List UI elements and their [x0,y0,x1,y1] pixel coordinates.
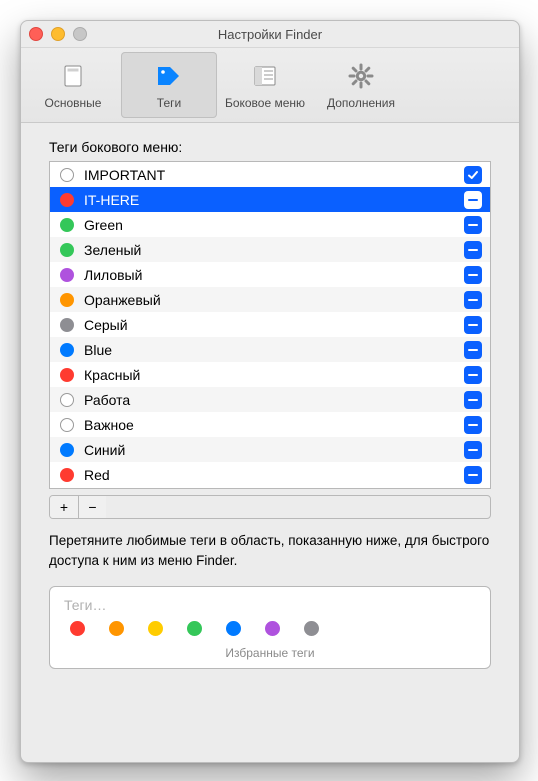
tag-row[interactable]: Лиловый [50,262,490,287]
tag-row[interactable]: Серый [50,312,490,337]
tag-color-dot [60,468,74,482]
tag-label: Зеленый [84,242,454,258]
tag-color-dot [60,218,74,232]
tag-row[interactable]: Red [50,462,490,487]
toolbar: Основные Теги Боковое меню Дополнения [21,48,519,123]
tag-color-dot [60,368,74,382]
tag-color-dot [60,318,74,332]
tag-color-dot [60,293,74,307]
tag-label: Red [84,467,454,483]
toolbar-tab-label: Теги [157,96,181,110]
tag-label: IT-HERE [84,192,454,208]
tag-row[interactable]: Красный [50,362,490,387]
favorites-dropzone[interactable]: Теги… Избранные теги [49,586,491,669]
tag-row[interactable]: Работа [50,387,490,412]
minimize-button[interactable] [51,27,65,41]
toolbar-tab-label: Дополнения [327,96,395,110]
favorite-color-swatch[interactable] [148,621,163,636]
tag-visibility-mixed-icon[interactable] [464,266,482,284]
favorite-color-swatch[interactable] [265,621,280,636]
tag-visibility-mixed-icon[interactable] [464,466,482,484]
tag-row[interactable]: IT-HERE [50,187,490,212]
tag-label: Красный [84,367,454,383]
tag-row[interactable]: Синий [50,437,490,462]
tag-visibility-mixed-icon[interactable] [464,191,482,209]
toolbar-tab-tags[interactable]: Теги [121,52,217,118]
toolbar-tab-label: Основные [45,96,102,110]
favorite-color-swatch[interactable] [226,621,241,636]
tags-list[interactable]: IMPORTANT IT-HERE Green Зеленый Лиловый Оранж… [49,161,491,489]
sidebar-tags-heading: Теги бокового меню: [49,139,491,155]
window-title: Настройки Finder [21,27,519,42]
remove-tag-button[interactable]: − [78,496,106,518]
add-remove-controls: + − [49,495,491,519]
tag-label: Синий [84,442,454,458]
tag-color-dot [60,418,74,432]
tag-label: Green [84,217,454,233]
content: Теги бокового меню: IMPORTANT IT-HERE Gree… [21,123,519,762]
toolbar-tab-advanced[interactable]: Дополнения [313,52,409,118]
tag-label: IMPORTANT [84,167,454,183]
tag-color-dot [60,243,74,257]
tag-label: Работа [84,392,454,408]
tag-label: Лиловый [84,267,454,283]
toolbar-tab-label: Боковое меню [225,96,305,110]
tag-visibility-mixed-icon[interactable] [464,316,482,334]
favorite-color-swatch[interactable] [109,621,124,636]
toolbar-tab-general[interactable]: Основные [25,52,121,118]
general-icon [57,60,89,92]
sidebar-icon [249,60,281,92]
favorite-color-swatch[interactable] [70,621,85,636]
tag-row[interactable]: Важное [50,412,490,437]
tag-visibility-checked-icon[interactable] [464,166,482,184]
tag-row[interactable]: IMPORTANT [50,162,490,187]
titlebar: Настройки Finder [21,21,519,48]
tag-label: Серый [84,317,454,333]
tag-label: Оранжевый [84,292,454,308]
tag-visibility-mixed-icon[interactable] [464,441,482,459]
favorites-caption: Избранные теги [64,646,476,660]
finder-preferences-window: Настройки Finder Основные Теги Боковое мен… [20,20,520,763]
tag-visibility-mixed-icon[interactable] [464,216,482,234]
tag-color-dot [60,268,74,282]
tag-label: Blue [84,342,454,358]
advanced-icon [345,60,377,92]
favorites-color-row [64,621,476,642]
tag-visibility-mixed-icon[interactable] [464,366,482,384]
tag-color-dot [60,168,74,182]
tag-color-dot [60,193,74,207]
close-button[interactable] [29,27,43,41]
tag-row[interactable]: Оранжевый [50,287,490,312]
tag-row[interactable]: Зеленый [50,237,490,262]
tag-row[interactable]: Blue [50,337,490,362]
tag-color-dot [60,343,74,357]
tag-color-dot [60,393,74,407]
favorite-color-swatch[interactable] [304,621,319,636]
favorites-placeholder: Теги… [64,597,476,613]
add-tag-button[interactable]: + [50,496,78,518]
toolbar-tab-sidebar[interactable]: Боковое меню [217,52,313,118]
tag-visibility-mixed-icon[interactable] [464,241,482,259]
favorites-hint: Перетяните любимые теги в область, показ… [49,531,491,572]
tags-icon [153,60,185,92]
tag-visibility-mixed-icon[interactable] [464,341,482,359]
zoom-button [73,27,87,41]
tag-color-dot [60,443,74,457]
tag-label: Важное [84,417,454,433]
favorite-color-swatch[interactable] [187,621,202,636]
tag-visibility-mixed-icon[interactable] [464,391,482,409]
tag-row[interactable]: Green [50,212,490,237]
tag-visibility-mixed-icon[interactable] [464,416,482,434]
tag-visibility-mixed-icon[interactable] [464,291,482,309]
